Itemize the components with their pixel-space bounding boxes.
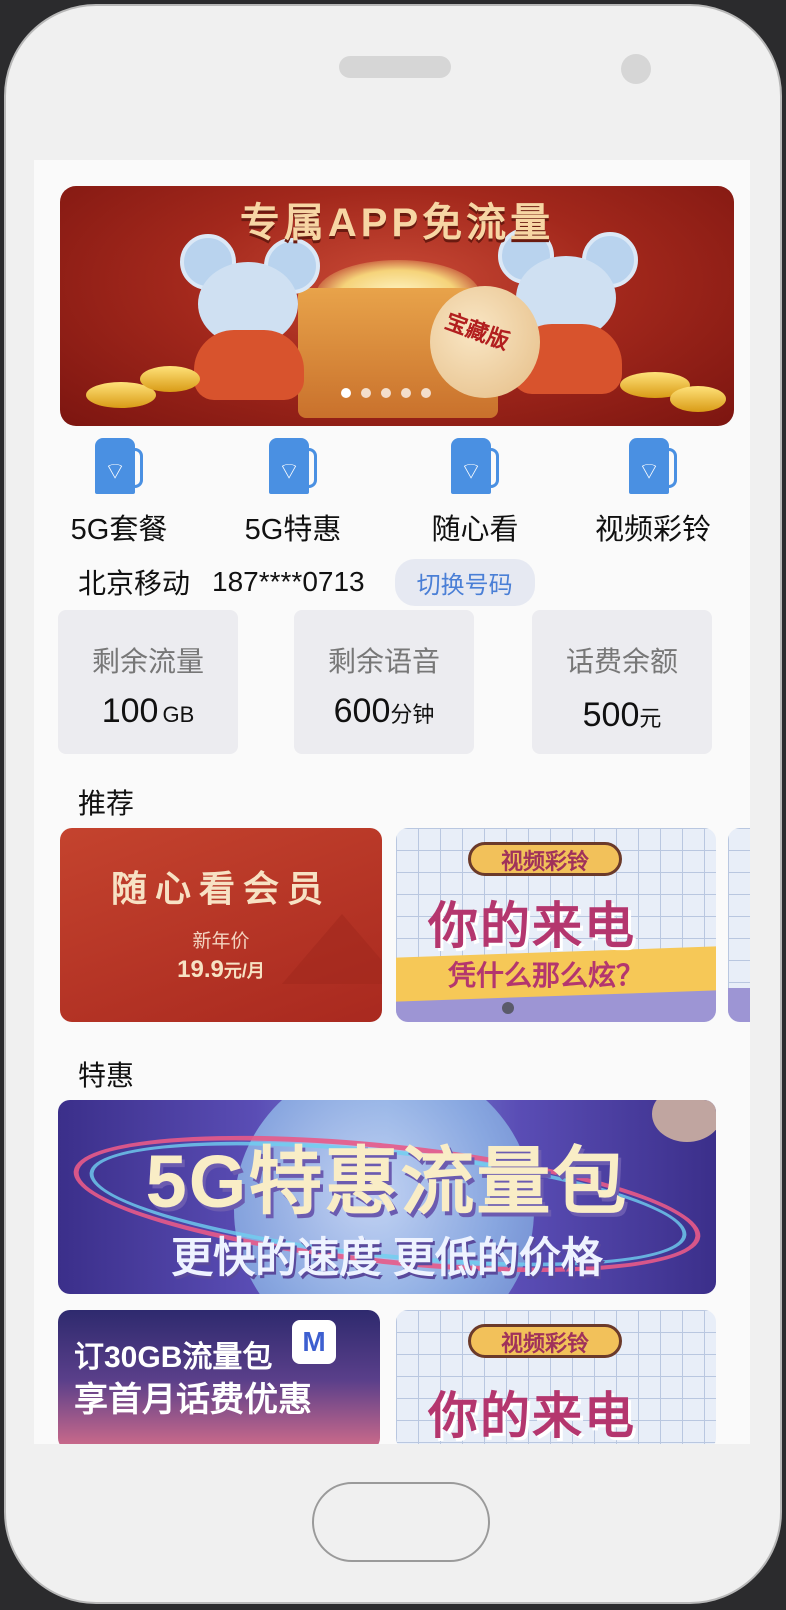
app-logo-icon: M: [292, 1320, 336, 1364]
stat-label: 剩余流量: [91, 646, 204, 677]
card-headline: 你的来电: [428, 898, 636, 954]
data-pack-card[interactable]: 订30GB流量包 M 享首月话费优惠: [58, 1310, 380, 1444]
front-camera: [621, 54, 651, 84]
card-tag: 视频彩铃: [468, 842, 622, 876]
home-button[interactable]: [312, 1482, 490, 1562]
recommend-card-video-ringtone[interactable]: 视频彩铃 你的来电 凭什么那么炫？: [396, 828, 716, 1022]
stat-unit: 元: [639, 706, 662, 731]
quick-action-5g-plan[interactable]: ⌔ 5G套餐: [34, 436, 204, 548]
quick-action-suixinkan[interactable]: ⌔ 随心看: [390, 436, 560, 548]
card-price: 19.9元/月: [60, 956, 382, 984]
quick-actions: ⌔ 5G套餐 ⌔ 5G特惠 ⌔ 随心看 ⌔ 视频彩铃: [34, 436, 750, 546]
quick-action-label: 5G特惠: [244, 514, 342, 546]
stat-value-row: 600分钟: [294, 692, 474, 731]
switch-number-button[interactable]: 切换号码: [394, 558, 535, 606]
carousel-dot[interactable]: [381, 388, 391, 398]
mouse-mascot-left: [180, 234, 320, 400]
card-line-2: 享首月话费优惠: [74, 1381, 312, 1419]
quick-action-label: 5G套餐: [70, 514, 168, 546]
card-line-1: 订30GB流量包: [74, 1341, 273, 1374]
carrier-name: 北京移动: [78, 568, 191, 599]
card-title: 随心看会员: [110, 868, 331, 909]
speaker-grille: [339, 56, 451, 78]
stat-value-row: 100 GB: [58, 692, 238, 731]
gold-ingot-image: [670, 386, 726, 412]
fuel-pump-wifi-icon: ⌔: [625, 436, 681, 496]
stat-value-row: 500元: [532, 696, 712, 735]
price-value: 19.9: [177, 956, 224, 983]
phone-frame: 宝藏版 专属APP免流量 ⌔ 5G套餐 ⌔ 5G特惠 ⌔ 随心看 ⌔ 视频彩铃 …: [4, 4, 782, 1604]
stat-card-balance[interactable]: 话费余额 500元: [532, 610, 712, 754]
quick-action-5g-deal[interactable]: ⌔ 5G特惠: [208, 436, 378, 548]
special-banner-title: 5G特惠流量包: [145, 1140, 629, 1223]
special-banner-subtitle: 更快的速度 更低的价格: [171, 1234, 603, 1281]
stat-value: 100: [101, 692, 159, 730]
stat-unit: 分钟: [390, 702, 435, 727]
card-headline: 你的来电: [428, 1388, 636, 1444]
promo-banner-carousel[interactable]: 宝藏版 专属APP免流量: [60, 186, 734, 426]
recommend-card-membership[interactable]: 随心看会员 新年价 19.9元/月: [60, 828, 382, 1022]
card-subline: 凭什么那么炫？: [448, 960, 645, 991]
stat-unit: GB: [162, 702, 195, 727]
section-title-special: 特惠: [78, 1060, 135, 1091]
phone-number: 187****0713: [212, 566, 365, 597]
quick-action-video-ringtone[interactable]: ⌔ 视频彩铃: [568, 436, 738, 548]
stat-value: 500: [582, 696, 640, 734]
card-subtitle: 新年价: [192, 931, 250, 952]
stat-label: 剩余语音: [327, 646, 440, 677]
gold-ingot-image: [140, 366, 200, 392]
video-ringtone-card[interactable]: 视频彩铃 你的来电: [396, 1310, 716, 1444]
carousel-dot[interactable]: [421, 388, 431, 398]
quick-action-label: 视频彩铃: [594, 514, 711, 546]
carousel-indicator[interactable]: [341, 388, 431, 398]
screen-content: 宝藏版 专属APP免流量 ⌔ 5G套餐 ⌔ 5G特惠 ⌔ 随心看 ⌔ 视频彩铃 …: [34, 160, 750, 1444]
carousel-dot[interactable]: [361, 388, 371, 398]
quick-action-label: 随心看: [431, 514, 519, 546]
account-bar: 北京移动 187****0713 切换号码: [78, 558, 535, 606]
card-tag: 视频彩铃: [468, 1324, 622, 1358]
stat-card-voice[interactable]: 剩余语音 600分钟: [294, 610, 474, 754]
fuel-pump-wifi-icon: ⌔: [91, 436, 147, 496]
fuel-pump-wifi-icon: ⌔: [447, 436, 503, 496]
recommend-card-peek[interactable]: [728, 828, 750, 1022]
special-offer-banner[interactable]: 5G特惠流量包 更快的速度 更低的价格: [58, 1100, 716, 1294]
section-title-recommend: 推荐: [78, 788, 135, 819]
banner-title: 专属APP免流量: [239, 201, 555, 245]
price-unit: 元/月: [223, 961, 265, 981]
card-bottom-band: [728, 988, 750, 1022]
stat-value: 600: [333, 692, 391, 730]
fuel-pump-wifi-icon: ⌔: [265, 436, 321, 496]
stat-label: 话费余额: [565, 646, 678, 677]
card-dot-decoration: [502, 1002, 514, 1014]
stat-card-data[interactable]: 剩余流量 100 GB: [58, 610, 238, 754]
carousel-dot[interactable]: [401, 388, 411, 398]
screen: 宝藏版 专属APP免流量 ⌔ 5G套餐 ⌔ 5G特惠 ⌔ 随心看 ⌔ 视频彩铃 …: [34, 160, 750, 1444]
carousel-dot[interactable]: [341, 388, 351, 398]
